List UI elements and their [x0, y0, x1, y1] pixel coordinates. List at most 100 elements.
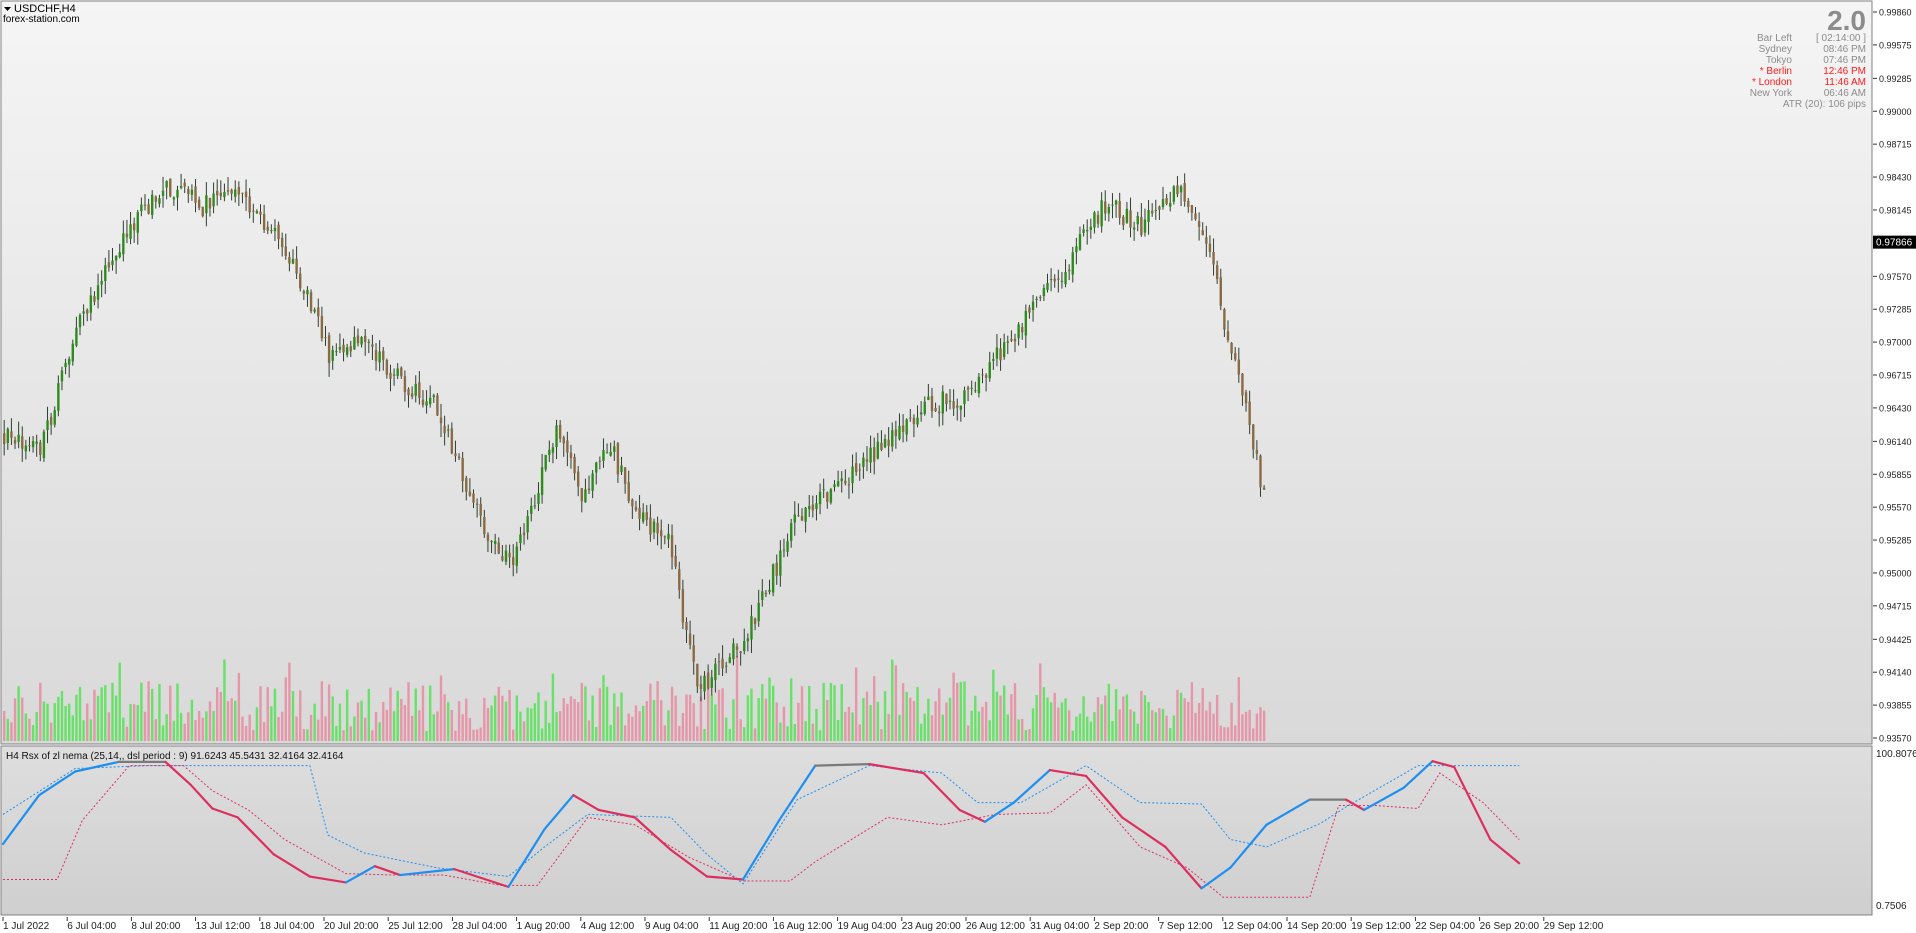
candle-body [999, 348, 1002, 361]
volume-bar [367, 688, 371, 741]
candle-body [829, 489, 833, 503]
candle-body [1187, 200, 1190, 207]
rsx-line-segment [814, 763, 871, 767]
candle-body [1031, 301, 1035, 311]
volume-bar [407, 682, 410, 741]
candle-body [3, 433, 6, 445]
volume-bar [472, 729, 475, 741]
time-tick-label: 12 Sep 04:00 [1223, 921, 1283, 932]
volume-bar [660, 700, 663, 741]
candle-body [576, 471, 580, 487]
candle-body [241, 192, 244, 194]
candle-body [602, 450, 605, 461]
volume-bar [1104, 695, 1107, 741]
candle-body [811, 504, 815, 511]
volume-bar [714, 704, 717, 741]
volume-bar [999, 695, 1002, 741]
candle-body [789, 523, 793, 541]
candle-body [378, 351, 381, 363]
candle-body [660, 530, 663, 537]
candle-body [1194, 213, 1197, 220]
candle-body [674, 555, 677, 567]
volume-bar [306, 729, 309, 741]
volume-bar [161, 725, 165, 741]
candle-body [786, 541, 789, 552]
volume-bar [1150, 710, 1154, 741]
volume-bar [418, 710, 421, 741]
candle-body [948, 400, 952, 402]
volume-bar [548, 722, 551, 741]
candle-body [1234, 353, 1237, 360]
price-tick-label: 0.97570 [1879, 272, 1912, 282]
volume-bar [1172, 715, 1176, 741]
candle-body [439, 417, 443, 424]
candle-body [1064, 272, 1067, 285]
candle-body [42, 431, 46, 459]
volume-bar [1197, 703, 1201, 741]
candle-body [1255, 449, 1259, 454]
info-row-value: 08:46 PM [1823, 44, 1866, 55]
volume-bar [17, 686, 20, 741]
time-tick-label: 9 Aug 04:00 [645, 921, 699, 932]
volume-bar [869, 705, 872, 741]
candle-body [104, 265, 107, 282]
volume-bar [609, 724, 612, 741]
candle-body [641, 512, 645, 522]
volume-bar [681, 713, 685, 741]
volume-bar [963, 681, 966, 741]
indicator-pane[interactable] [0, 745, 1873, 916]
candle-body [345, 347, 349, 355]
volume-bar [421, 685, 425, 741]
volume-bar [378, 722, 381, 741]
volume-bar [883, 691, 887, 741]
candle-body [873, 446, 876, 462]
indicator-title: H4 Rsx of zl nema (25,14,, dsl period : … [6, 751, 344, 762]
candle-body [60, 370, 64, 382]
candle-body [912, 417, 916, 425]
candle-body [1259, 455, 1262, 488]
candle-body [1158, 206, 1161, 210]
volume-bar [1060, 702, 1064, 741]
candle-body [320, 316, 324, 339]
candle-body [10, 431, 13, 438]
candle-body [136, 212, 139, 233]
candle-body [360, 336, 363, 345]
volume-bar [829, 683, 833, 741]
trading-terminal: 0.99860 0.99575 0.99285 0.99000 0.98715 0.984… [0, 0, 1916, 933]
volume-bar [1096, 697, 1100, 741]
volume-bar [945, 702, 948, 741]
volume-bar [558, 711, 562, 741]
volume-bar [13, 698, 17, 741]
candle-body [46, 420, 49, 431]
volume-bar [764, 698, 768, 741]
volume-bar [67, 703, 71, 741]
price-axis[interactable] [1873, 1, 1916, 917]
candle-body [197, 199, 201, 208]
volume-bar [757, 698, 760, 741]
volume-bar [331, 696, 334, 741]
volume-bar [862, 698, 865, 741]
volume-bar [490, 705, 493, 741]
volume-bar [457, 701, 461, 741]
volume-bar [345, 689, 349, 741]
volume-bar [1010, 694, 1013, 741]
candle-body [779, 550, 782, 576]
volume-bar [53, 703, 56, 741]
volume-bar [374, 712, 378, 741]
volume-bar [327, 684, 331, 741]
price-tick-label: 0.96140 [1879, 437, 1912, 447]
volume-bar [194, 720, 197, 741]
volume-bar [1187, 701, 1190, 741]
candle-body [670, 535, 674, 558]
candle-body [190, 189, 194, 195]
price-pane[interactable] [0, 0, 1873, 745]
volume-bar [873, 676, 876, 741]
info-row-label: * London [1752, 77, 1792, 88]
volume-bar [219, 691, 222, 741]
candle-body [1208, 243, 1212, 252]
candle-body [169, 178, 172, 197]
volume-bar [71, 715, 74, 741]
volume-bar [1021, 718, 1024, 741]
volume-bar [779, 722, 782, 741]
candle-body [1252, 424, 1255, 450]
